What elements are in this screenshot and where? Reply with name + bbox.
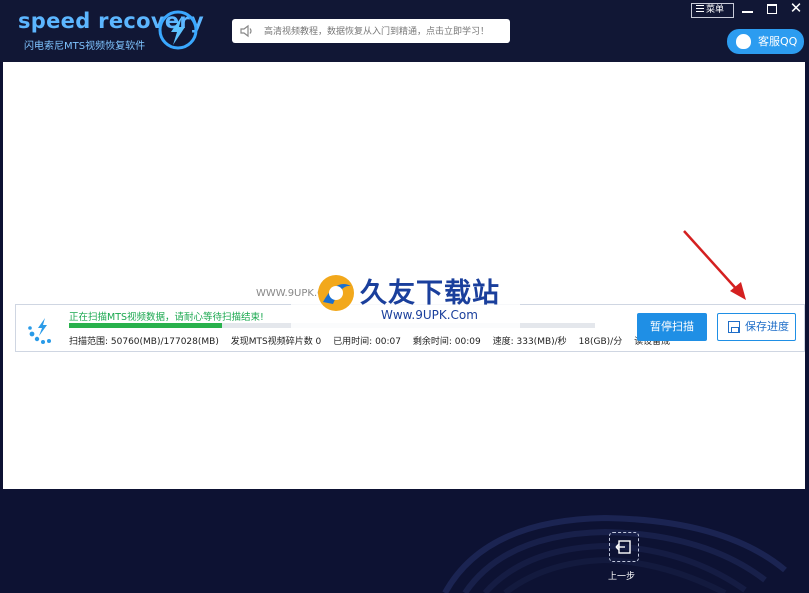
fragments-found: 发现MTS视频碎片数 0	[230, 337, 322, 347]
notice-text: 高清视频教程，数据恢复从入门到精通，点击立即学习！	[264, 27, 490, 37]
scan-stats: 扫描范围: 50760(MB)/177028(MB) 发现MTS视频碎片数 0 …	[69, 334, 679, 347]
qq-label: 客服QQ	[758, 35, 798, 48]
main-content: 正在扫描MTS视频数据，请耐心等待扫描结束! 扫描范围: 50760(MB)/1…	[3, 62, 805, 489]
notice-banner[interactable]: 高清视频教程，数据恢复从入门到精通，点击立即学习！	[232, 19, 510, 43]
pause-scan-button[interactable]: 暂停扫描	[637, 313, 707, 341]
watermark-title: 久友下载站	[360, 278, 500, 309]
title-bar: speed recovery 闪电索尼MTS视频恢复软件 高清视频教程，数据恢复…	[0, 0, 809, 62]
watermark: WWW.9UPK.COM 久友下载站 Www.9UPK.Com	[256, 248, 520, 331]
scan-status-text: 正在扫描MTS视频数据，请耐心等待扫描结束!	[69, 312, 264, 323]
watermark-url: Www.9UPK.Com	[381, 308, 478, 322]
back-button[interactable]	[609, 532, 639, 562]
decorative-swirl	[442, 514, 787, 593]
back-arrow-icon	[615, 540, 631, 554]
scan-speed: 速度: 333(MB)/秒	[492, 337, 567, 347]
scan-range: 扫描范围: 50760(MB)/177028(MB)	[69, 337, 219, 347]
scan-speed-per-minute: 18(GB)/分	[578, 337, 623, 347]
lightning-logo-icon	[158, 10, 198, 50]
qq-icon	[736, 34, 751, 49]
red-arrow-icon	[683, 230, 746, 300]
back-label: 上一步	[608, 572, 636, 582]
elapsed-time: 已用时间: 00:07	[333, 337, 402, 347]
scanning-icon	[28, 318, 51, 344]
minimize-button[interactable]	[742, 11, 753, 13]
menu-label: 菜单	[706, 5, 725, 15]
maximize-button[interactable]	[767, 4, 777, 14]
watermark-logo-icon	[318, 275, 354, 311]
menu-icon	[696, 5, 704, 12]
scan-progress-fill	[69, 323, 222, 328]
customer-service-qq-button[interactable]: 客服QQ	[727, 29, 804, 54]
save-progress-label: 保存进度	[745, 320, 789, 333]
speaker-icon	[240, 24, 252, 38]
save-disk-icon	[728, 321, 740, 333]
save-progress-button[interactable]: 保存进度	[717, 313, 796, 341]
menu-button[interactable]: 菜单	[691, 3, 734, 18]
app-subtitle: 闪电索尼MTS视频恢复软件	[24, 41, 146, 52]
close-button[interactable]: ✕	[789, 0, 803, 17]
remaining-time: 剩余时间: 00:09	[412, 337, 481, 347]
